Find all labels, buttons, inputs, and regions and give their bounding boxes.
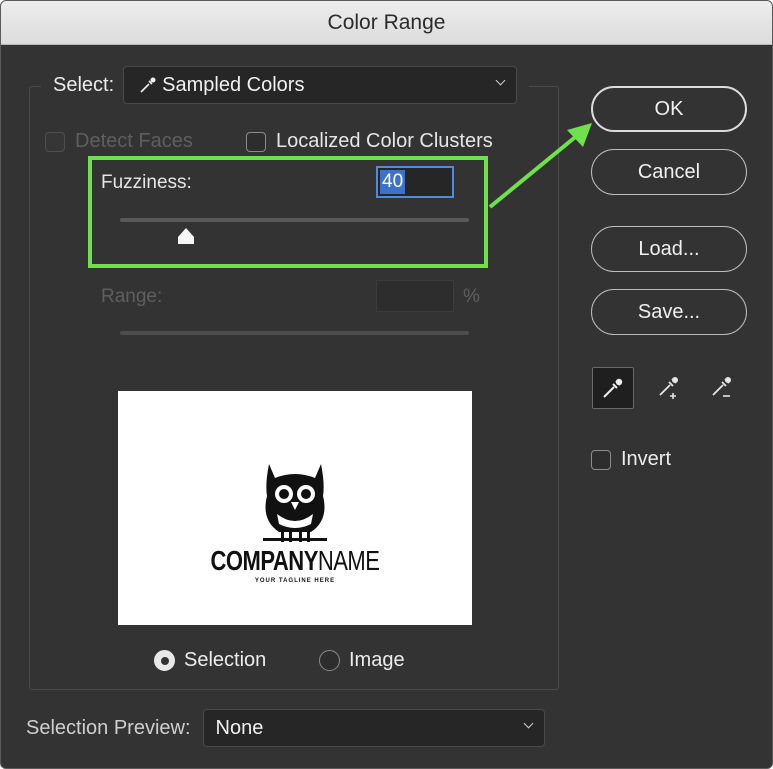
- chevron-down-icon: [496, 77, 506, 87]
- eyedropper-icon: [140, 77, 156, 93]
- eyedropper-plus-tool[interactable]: [648, 367, 690, 409]
- select-row: Select: Sampled Colors: [41, 65, 529, 105]
- radio-dot: [319, 650, 340, 671]
- detect-faces-checkbox[interactable]: Detect Faces: [45, 130, 193, 153]
- company-tagline: YOUR TAGLINE HERE: [254, 578, 336, 584]
- range-field[interactable]: [376, 280, 454, 312]
- detect-faces-label: Detect Faces: [75, 130, 193, 152]
- selection-preview-row: Selection Preview: None: [26, 709, 545, 747]
- load-button[interactable]: Load...: [591, 226, 747, 272]
- save-button-label: Save...: [637, 300, 701, 323]
- image-radio[interactable]: Image: [319, 649, 405, 672]
- cancel-button[interactable]: Cancel: [591, 149, 747, 195]
- range-label: Range:: [101, 286, 163, 307]
- invert-label: Invert: [621, 448, 672, 470]
- selection-radio[interactable]: Selection: [154, 649, 266, 672]
- eyedropper-tool[interactable]: [592, 367, 634, 409]
- ok-button[interactable]: OK: [591, 86, 747, 132]
- load-button-label: Load...: [638, 237, 700, 260]
- company-name-bold: COMPANY: [210, 544, 319, 576]
- select-label: Select:: [53, 73, 115, 96]
- highlight-box: [88, 156, 488, 268]
- eyedropper-minus-icon: [712, 377, 731, 397]
- checkbox-box: [45, 131, 65, 152]
- selection-radio-label: Selection: [184, 649, 267, 671]
- selection-preview-label: Selection Preview:: [26, 716, 191, 739]
- range-slider-track[interactable]: [120, 331, 469, 335]
- save-button[interactable]: Save...: [591, 289, 747, 335]
- company-name: COMPANYNAME: [211, 545, 380, 578]
- radio-dot: [154, 650, 175, 671]
- company-name-thin: NAME: [317, 544, 380, 576]
- select-dropdown[interactable]: Sampled Colors: [123, 66, 518, 104]
- color-range-dialog: Color Range Select: Sampled Colors Detec…: [0, 0, 773, 769]
- owl-logo: [263, 464, 327, 542]
- checkbox-box: [246, 131, 266, 152]
- eyedropper-minus-tool[interactable]: [701, 367, 743, 409]
- selection-preview-image: COMPANYNAME YOUR TAGLINE HERE: [118, 391, 472, 625]
- localized-clusters-checkbox[interactable]: Localized Color Clusters: [246, 130, 493, 153]
- localized-clusters-label: Localized Color Clusters: [276, 130, 493, 152]
- select-value: Sampled Colors: [162, 73, 305, 96]
- cancel-button-label: Cancel: [637, 160, 701, 183]
- selection-preview-dropdown[interactable]: None: [202, 709, 545, 747]
- invert-checkbox[interactable]: Invert: [591, 448, 671, 471]
- window-title: Color Range: [327, 10, 446, 34]
- eyedropper-icon: [603, 378, 623, 398]
- range-unit: %: [463, 286, 480, 307]
- title-bar: Color Range: [1, 1, 772, 45]
- checkbox-box: [591, 449, 611, 470]
- chevron-down-icon: [524, 720, 534, 730]
- ok-button-label: OK: [654, 97, 684, 120]
- image-radio-label: Image: [349, 649, 405, 671]
- selection-preview-value: None: [215, 716, 264, 739]
- eyedropper-plus-icon: [659, 377, 678, 399]
